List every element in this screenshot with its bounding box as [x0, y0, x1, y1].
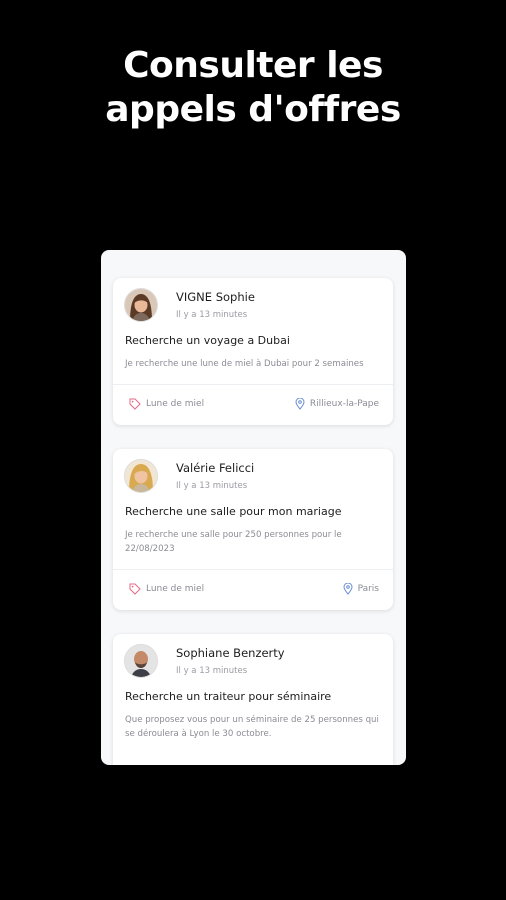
post-time: Il y a 13 minutes — [176, 481, 248, 491]
card-header: Sophiane Benzerty Il y a 13 minutes — [113, 634, 393, 690]
location-label: Rillieux-la-Pape — [309, 399, 379, 409]
avatar — [124, 644, 158, 678]
card-header: VIGNE Sophie Il y a 13 minutes — [113, 278, 393, 334]
author-name: VIGNE Sophie — [176, 290, 255, 304]
avatar — [124, 459, 158, 493]
avatar-woman-brown-hair-icon — [125, 289, 157, 321]
headline-line-1: Consulter les — [123, 45, 383, 86]
avatar — [124, 288, 158, 322]
category-tag[interactable]: Lune de miel — [129, 398, 204, 410]
category-tag[interactable]: Lune de miel — [129, 583, 204, 595]
tag-icon — [129, 583, 141, 595]
tag-icon — [129, 398, 141, 410]
headline-line-2: appels d'offres — [105, 89, 401, 130]
offer-title: Recherche une salle pour mon mariage — [125, 505, 342, 518]
location-pin-icon — [295, 398, 305, 410]
offer-card[interactable]: Valérie Felicci Il y a 13 minutes Recher… — [113, 449, 393, 610]
offer-card[interactable]: VIGNE Sophie Il y a 13 minutes Recherche… — [113, 278, 393, 425]
avatar-man-bald-icon — [125, 645, 157, 677]
location-pin-icon — [343, 583, 353, 595]
phone-screen: VIGNE Sophie Il y a 13 minutes Recherche… — [101, 250, 406, 765]
post-time: Il y a 13 minutes — [176, 666, 248, 676]
offer-title: Recherche un voyage a Dubai — [125, 334, 290, 347]
location-label: Paris — [357, 584, 379, 594]
offer-description: Je recherche une lune de miel à Dubai po… — [125, 359, 364, 369]
card-header: Valérie Felicci Il y a 13 minutes — [113, 449, 393, 505]
card-footer: Lune de miel Paris — [113, 570, 393, 610]
headline: Consulter les appels d'offres — [0, 44, 506, 132]
post-time: Il y a 13 minutes — [176, 310, 248, 320]
avatar-woman-blonde-hair-icon — [125, 460, 157, 492]
offer-description: Que proposez vous pour un séminaire de 2… — [125, 715, 379, 739]
offer-card[interactable]: Sophiane Benzerty Il y a 13 minutes Rech… — [113, 634, 393, 765]
location[interactable]: Rillieux-la-Pape — [295, 398, 379, 410]
category-label: Lune de miel — [146, 584, 205, 594]
category-label: Lune de miel — [146, 399, 205, 409]
offer-title: Recherche un traiteur pour séminaire — [125, 690, 332, 703]
location[interactable]: Paris — [343, 583, 379, 595]
card-footer: Lune de miel Rillieux-la-Pape — [113, 385, 393, 425]
offer-description: Je recherche une salle pour 250 personne… — [125, 530, 342, 554]
author-name: Sophiane Benzerty — [176, 646, 285, 660]
author-name: Valérie Felicci — [176, 461, 255, 475]
